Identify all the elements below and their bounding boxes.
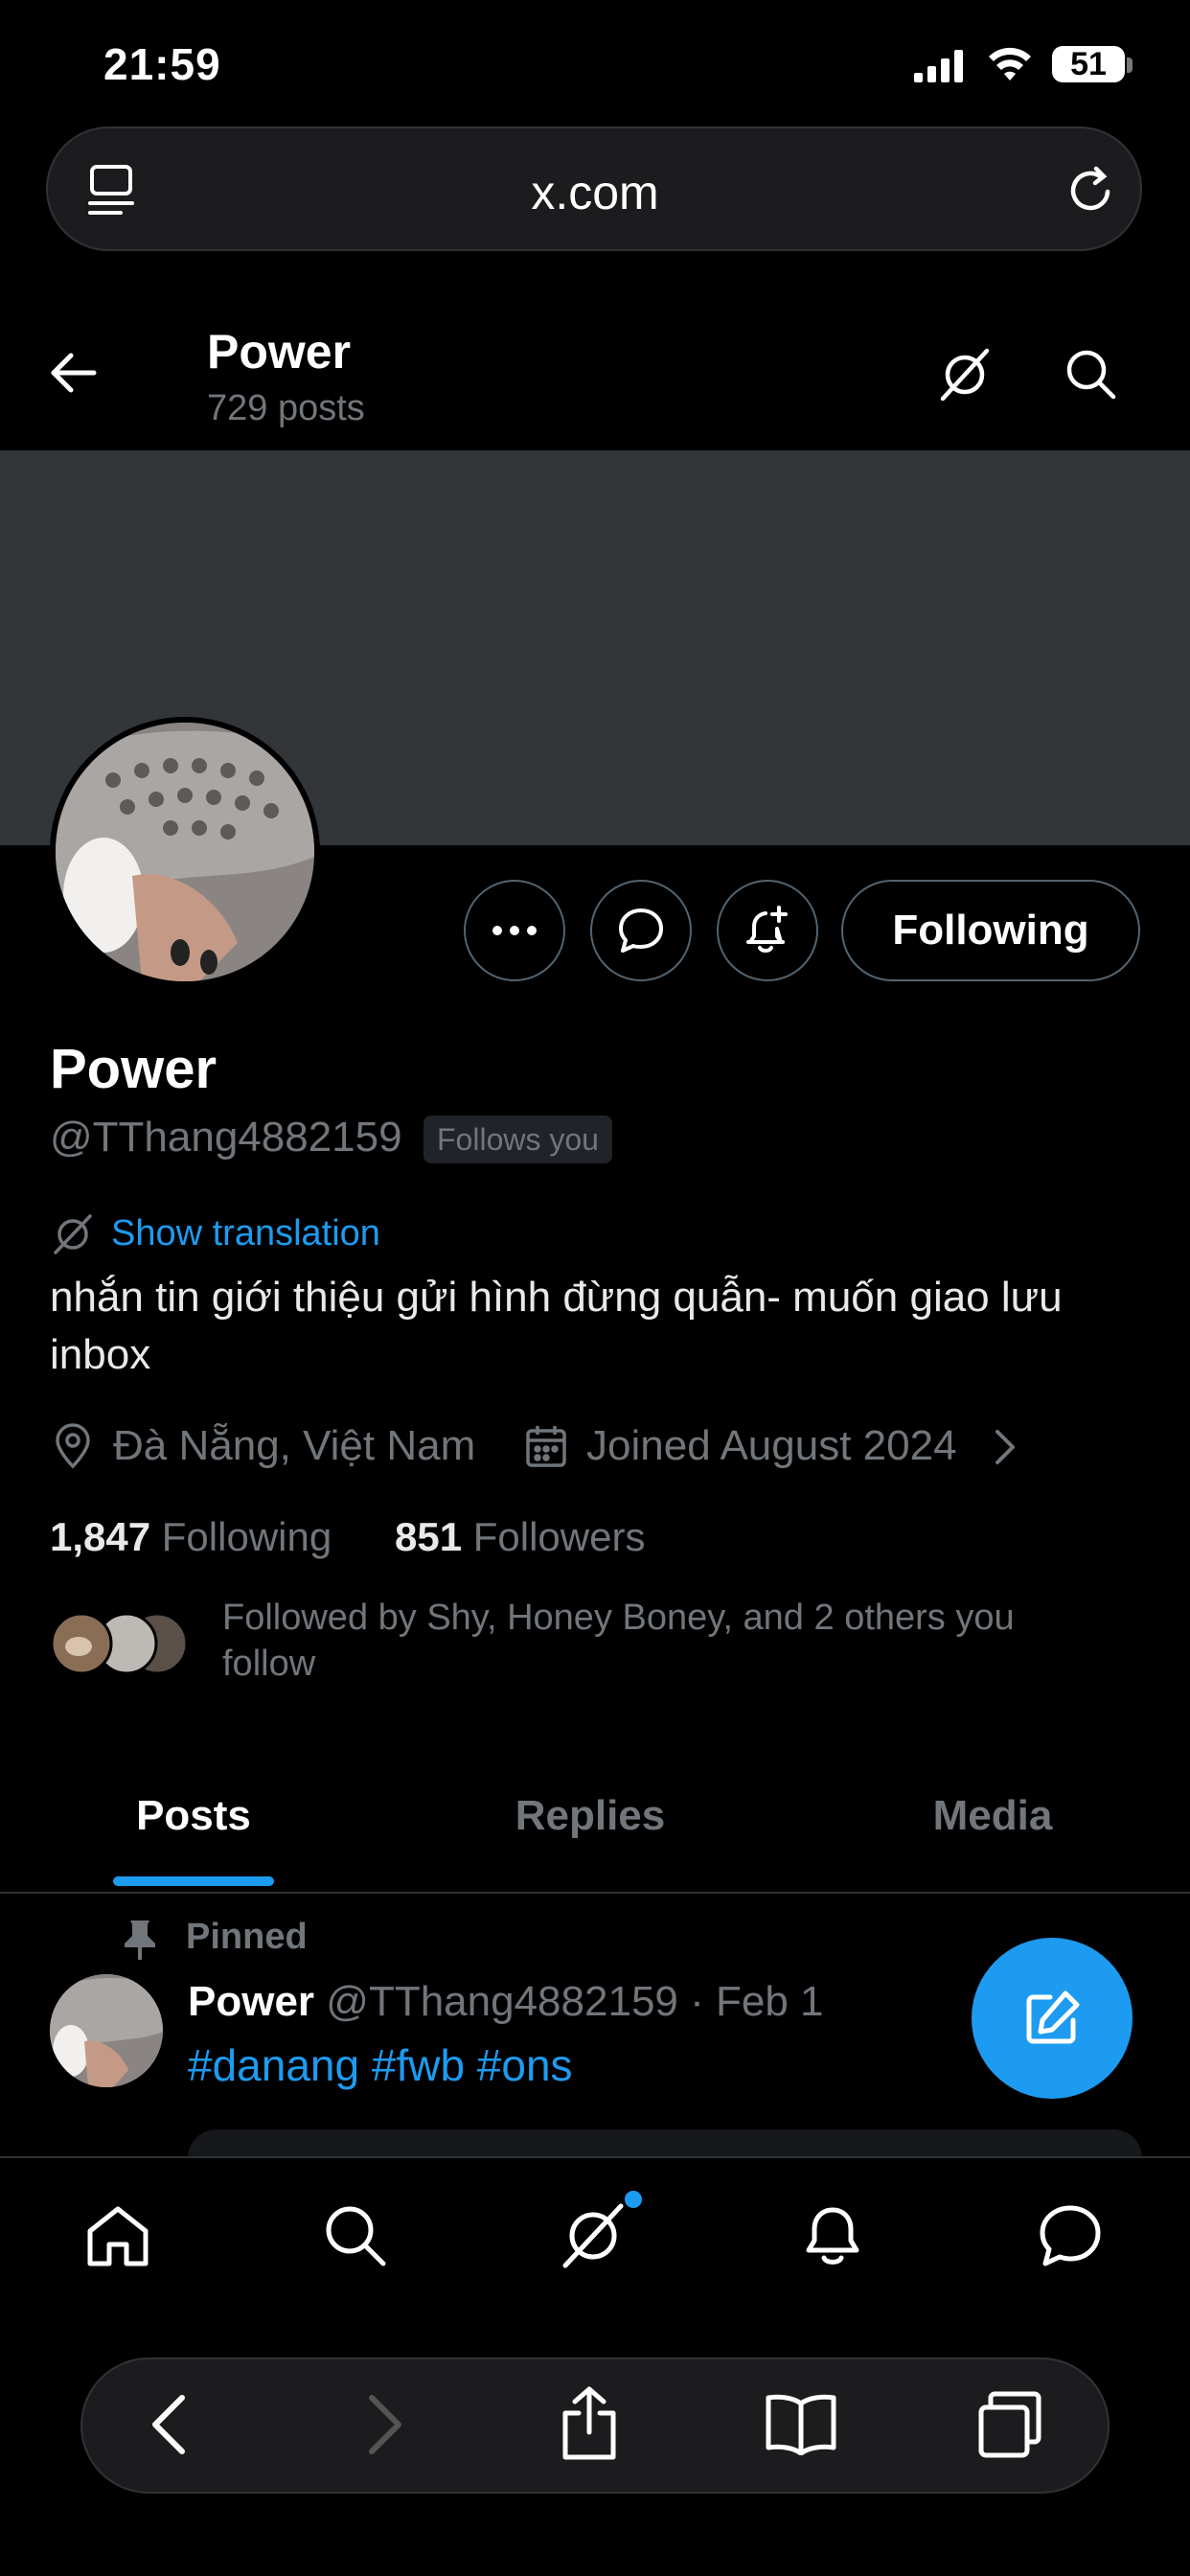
reload-icon[interactable] xyxy=(1065,165,1117,217)
followers-label: Followers xyxy=(472,1514,646,1559)
calendar-icon xyxy=(525,1424,567,1468)
following-button[interactable]: Following xyxy=(841,880,1140,981)
profile-handle: @TThang4882159 xyxy=(50,1114,402,1161)
header-profile-name: Power xyxy=(207,325,352,379)
pin-icon xyxy=(121,1919,159,1961)
grok-notification-dot xyxy=(625,2191,642,2208)
tabs-icon[interactable] xyxy=(975,2390,1044,2459)
show-translation-link[interactable]: Show translation xyxy=(111,1213,380,1254)
back-icon[interactable] xyxy=(149,2394,188,2455)
home-icon[interactable] xyxy=(84,2204,151,2269)
forward-icon[interactable] xyxy=(366,2394,404,2455)
signal-icon xyxy=(914,50,964,82)
location-icon xyxy=(52,1422,94,1470)
notification-button[interactable] xyxy=(717,880,818,981)
nav-message-icon[interactable] xyxy=(1037,2202,1104,2269)
tabs-divider xyxy=(0,1892,1190,1894)
grok-translate-icon xyxy=(52,1213,94,1255)
chevron-right-icon[interactable] xyxy=(993,1428,1018,1466)
header-post-count: 729 posts xyxy=(207,388,365,428)
nav-search-icon[interactable] xyxy=(322,2202,389,2269)
post-author-name[interactable]: Power xyxy=(188,1978,314,2025)
wifi-icon xyxy=(987,44,1033,82)
followers-count: 851 xyxy=(395,1514,463,1559)
tab-media[interactable]: Media xyxy=(857,1792,1129,1840)
following-count: 1,847 xyxy=(50,1514,151,1559)
profile-joined[interactable]: Joined August 2024 xyxy=(586,1422,957,1470)
post-hashtags[interactable]: #danang #fwb #ons xyxy=(188,2039,573,2091)
follows-you-badge: Follows you xyxy=(423,1116,612,1163)
followed-by-text[interactable]: Followed by Shy, Honey Boney, and 2 othe… xyxy=(222,1595,1085,1687)
message-icon xyxy=(619,908,663,953)
followed-by-avatars[interactable] xyxy=(50,1612,194,1675)
notification-add-icon xyxy=(746,906,788,953)
share-icon[interactable] xyxy=(560,2386,619,2461)
bell-icon[interactable] xyxy=(799,2200,866,2269)
compose-button[interactable] xyxy=(972,1938,1133,2099)
post-handle-date: @TThang4882159 · Feb 1 xyxy=(326,1978,824,2025)
pinned-label: Pinned xyxy=(186,1917,308,1957)
compose-icon xyxy=(1026,1990,1080,2044)
tab-posts[interactable]: Posts xyxy=(57,1792,330,1840)
status-time: 21:59 xyxy=(103,39,221,89)
profile-avatar[interactable] xyxy=(50,717,320,987)
search-icon[interactable] xyxy=(1064,347,1119,402)
active-tab-indicator xyxy=(113,1876,274,1886)
grok-icon[interactable] xyxy=(937,347,993,402)
more-icon xyxy=(492,926,537,935)
followers-stat[interactable]: 851 Followers xyxy=(395,1514,645,1560)
tab-replies[interactable]: Replies xyxy=(454,1792,726,1840)
profile-bio: nhắn tin giới thiệu gửi hình đừng quẫn- … xyxy=(50,1274,1063,1378)
battery-icon: 51 xyxy=(1052,46,1125,82)
bookmarks-icon[interactable] xyxy=(765,2392,837,2455)
message-button[interactable] xyxy=(590,880,692,981)
profile-location: Đà Nẵng, Việt Nam xyxy=(113,1422,476,1469)
more-button[interactable] xyxy=(464,880,565,981)
profile-name: Power xyxy=(50,1038,217,1100)
url-text[interactable]: x.com xyxy=(0,165,1190,220)
following-label: Following xyxy=(161,1514,332,1559)
back-arrow-icon[interactable] xyxy=(50,351,98,395)
following-stat[interactable]: 1,847 Following xyxy=(50,1514,332,1560)
nav-grok-icon[interactable] xyxy=(560,2202,627,2269)
post-author-avatar[interactable] xyxy=(50,1974,163,2087)
post-header: Power @TThang4882159 · Feb 1 xyxy=(188,1978,824,2026)
battery-tip xyxy=(1127,58,1133,73)
